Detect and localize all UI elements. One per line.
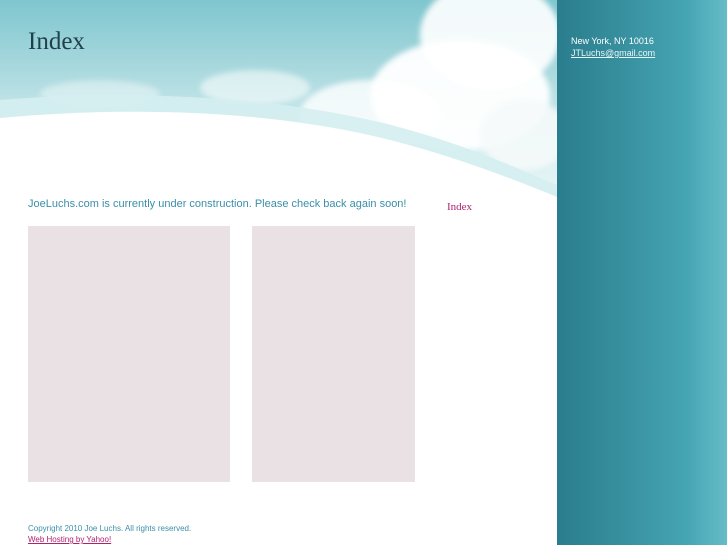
footer-copyright: Copyright 2010 Joe Luchs. All rights res… <box>28 524 192 533</box>
content-placeholder-left <box>28 226 230 482</box>
contact-address: New York, NY 10016 <box>571 36 654 46</box>
sidebar-highlight <box>687 0 727 545</box>
right-sidebar <box>557 0 727 545</box>
footer-hosting-link[interactable]: Web Hosting by Yahoo! <box>28 535 111 544</box>
contact-email-link[interactable]: JTLuchs@gmail.com <box>571 48 655 58</box>
construction-notice: JoeLuchs.com is currently under construc… <box>28 198 407 210</box>
page-title: Index <box>28 28 85 55</box>
nav-link-index[interactable]: Index <box>447 201 472 213</box>
page: Index New York, NY 10016 JTLuchs@gmail.c… <box>0 0 727 545</box>
content-placeholder-right <box>252 226 415 482</box>
